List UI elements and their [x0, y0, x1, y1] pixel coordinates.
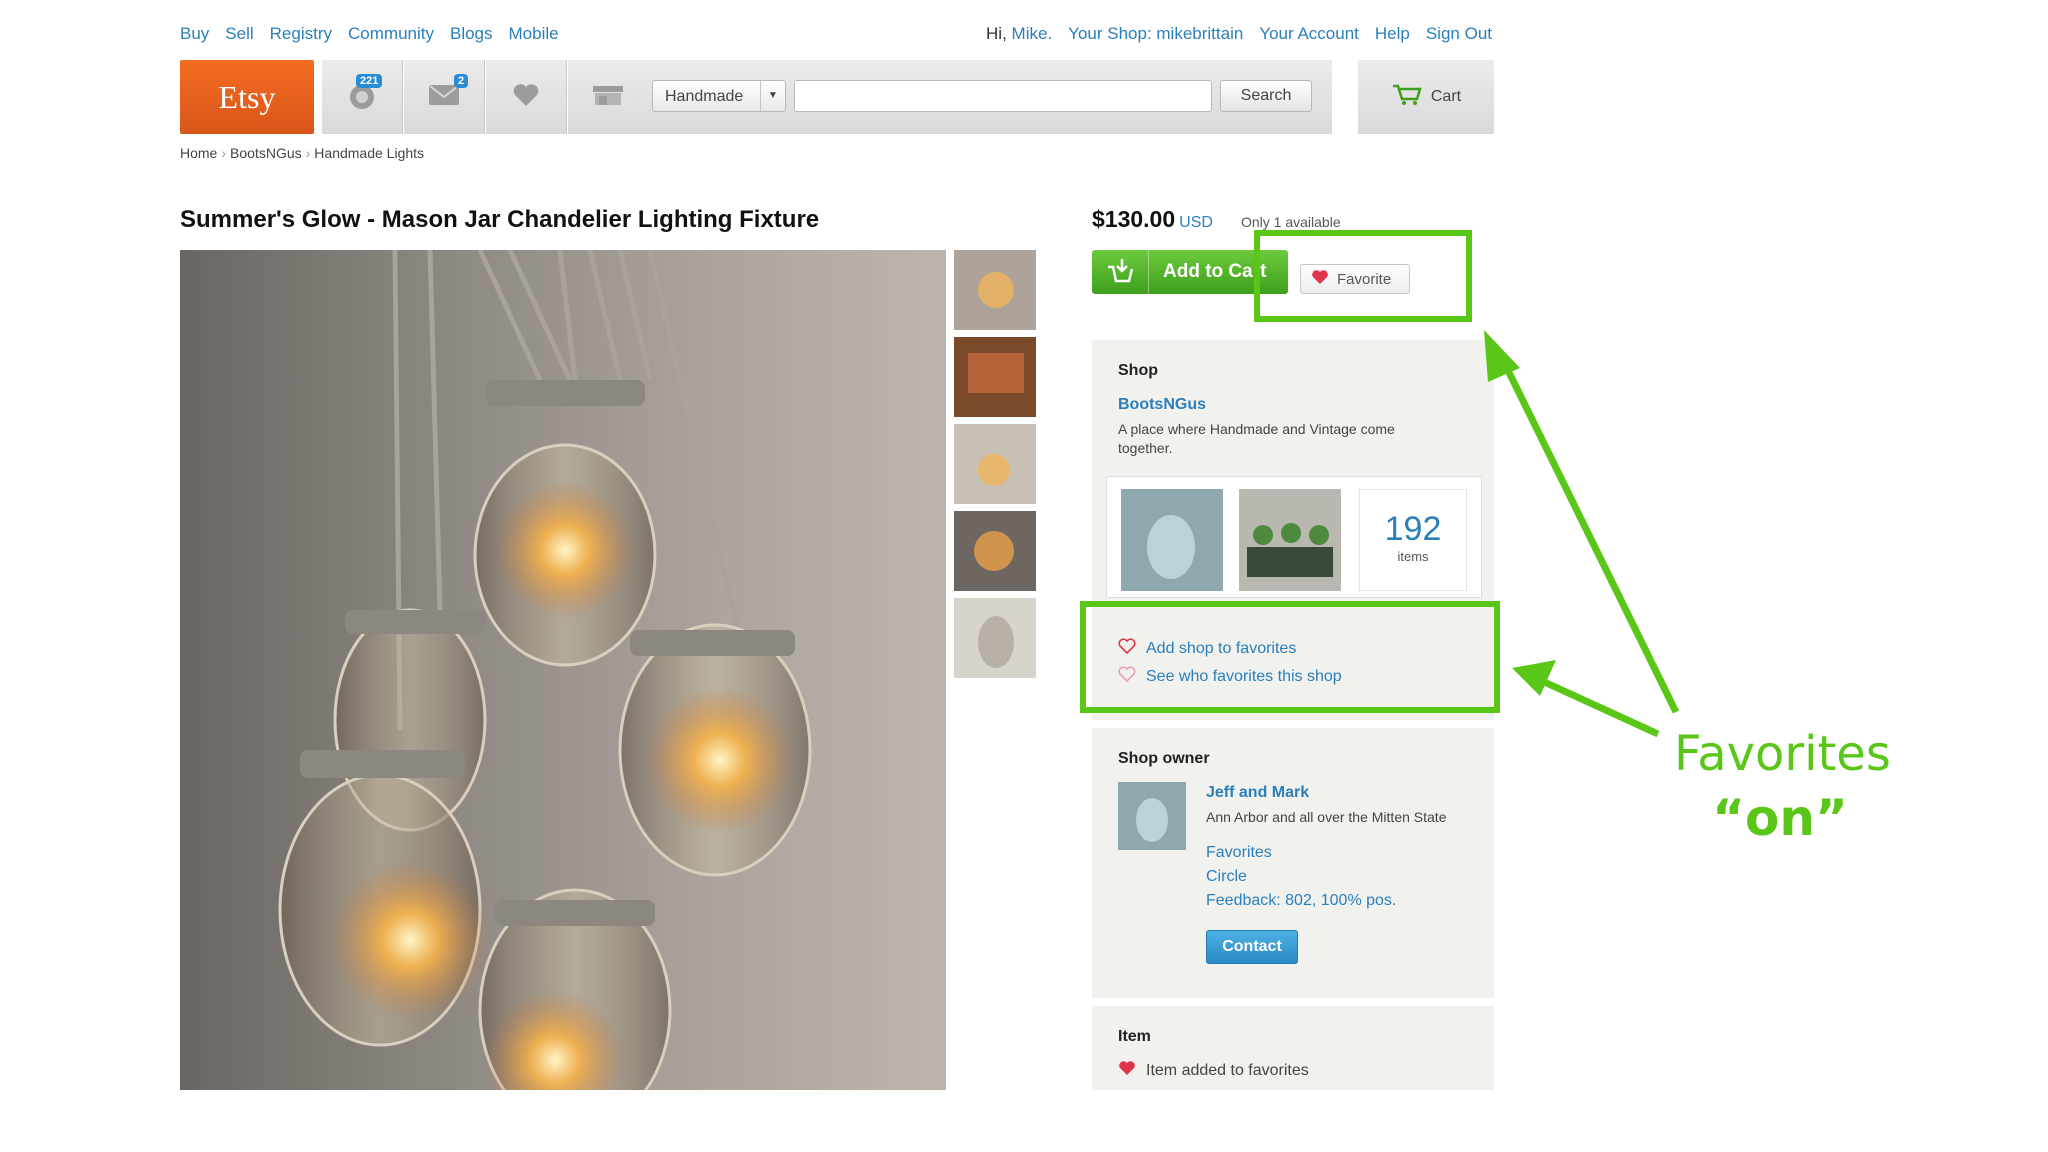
- annotation-line-2: “on”: [1712, 789, 1848, 847]
- annotation-arrows: [1484, 330, 1680, 738]
- favorites-on-annotation: Favorites “on”: [1674, 722, 1891, 850]
- arrowhead: [1484, 330, 1520, 382]
- arrow-to-favorite-button: [1494, 348, 1680, 714]
- arrowhead: [1512, 660, 1556, 696]
- arrow-to-shop-favorites: [1538, 676, 1660, 738]
- annotation-line-1: Favorites: [1674, 726, 1891, 782]
